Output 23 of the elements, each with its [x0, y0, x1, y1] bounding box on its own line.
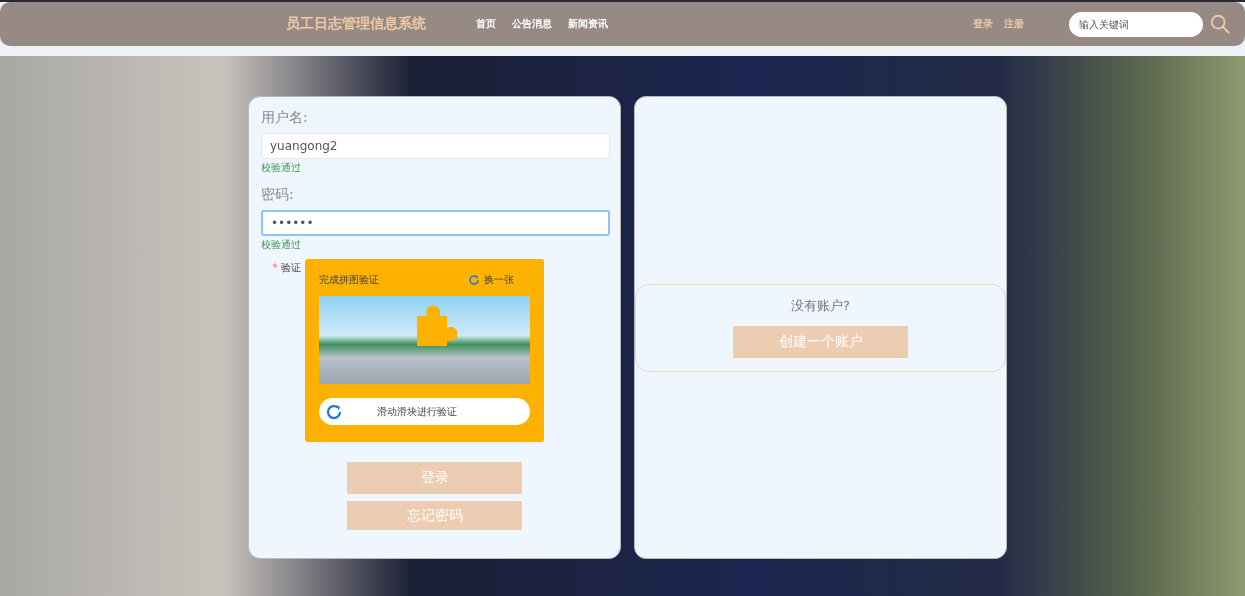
- captcha-label: 验证: [281, 262, 301, 273]
- field-label: 密码:: [261, 186, 295, 204]
- search-field[interactable]: 输入关键词: [1069, 11, 1203, 37]
- slider-track[interactable]: 滑动滑块进行验证: [319, 398, 530, 425]
- search-icon[interactable]: [1209, 13, 1231, 35]
- captcha-title: 完成拼图验证: [319, 273, 379, 287]
- auth-link[interactable]: 注册: [1004, 17, 1024, 31]
- slider-handle-icon: [325, 402, 343, 421]
- nav-link[interactable]: 新闻资讯: [568, 17, 608, 31]
- validation-message: 校验通过: [261, 238, 302, 252]
- auth-link[interactable]: 登录: [973, 17, 993, 31]
- input-field[interactable]: ••••••: [261, 210, 610, 236]
- input-field[interactable]: yuangong2: [261, 133, 610, 159]
- site-title: 员工日志管理信息系统: [286, 15, 427, 33]
- register-prompt: 没有账户?: [791, 296, 850, 315]
- validation-message: 校验通过: [261, 161, 302, 175]
- nav-link[interactable]: 公告消息: [512, 17, 552, 31]
- refresh-icon: [468, 274, 480, 286]
- nav-link[interactable]: 首页: [476, 17, 496, 31]
- required-mark: *: [272, 261, 278, 274]
- field-label: 用户名:: [261, 109, 309, 127]
- refresh-link[interactable]: 换一张: [468, 273, 514, 287]
- slider-hint: 滑动滑块进行验证: [377, 404, 457, 419]
